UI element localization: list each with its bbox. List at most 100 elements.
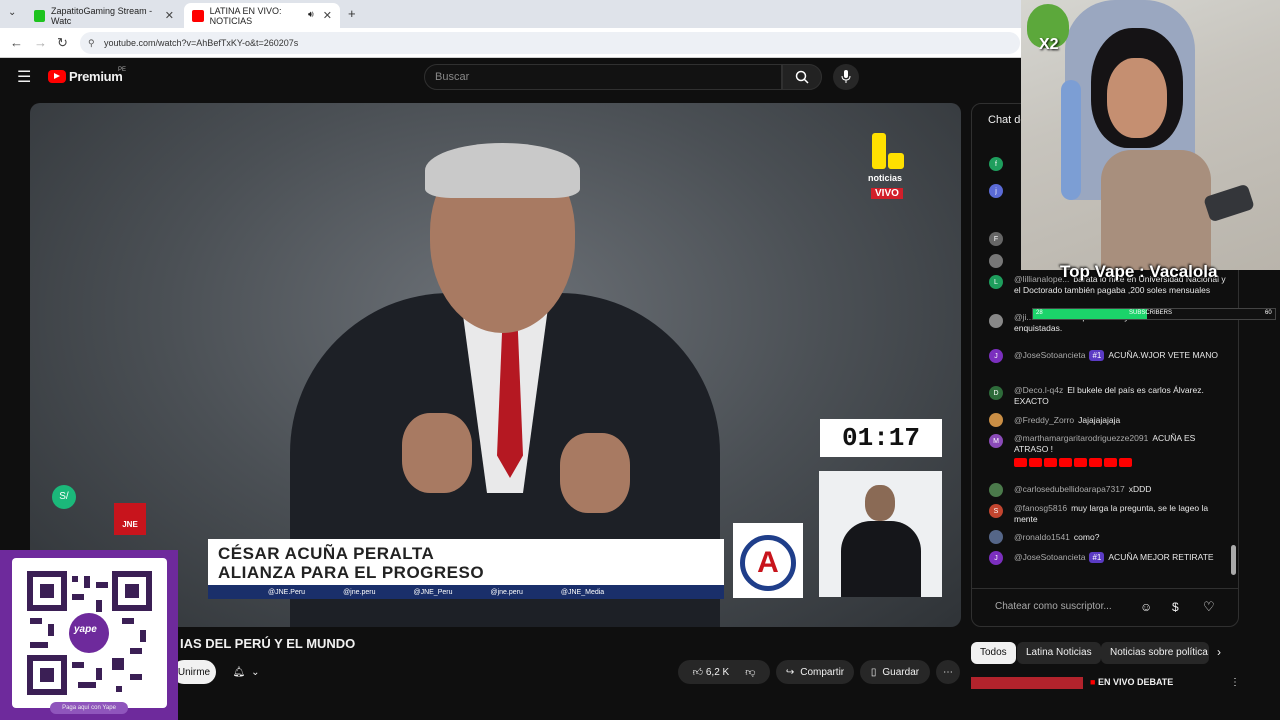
emoji-picker-icon[interactable]: ☺ [1140,600,1152,614]
reload-icon[interactable]: ↻ [57,35,68,51]
chat-author[interactable]: @marthamargaritarodriguezze2091 [1014,433,1148,443]
chat-message: @Freddy_Zorro Jajajajajaja [1014,415,1229,426]
menu-hamburger-icon[interactable]: ☰ [17,67,31,87]
chip-politica[interactable]: Noticias sobre política [1101,642,1209,664]
bell-icon: 🔔︎ [232,666,246,678]
close-tab-icon[interactable]: ✕ [323,9,332,22]
like-count: 6,2 K [705,667,730,678]
streamer-face [1107,58,1167,138]
speaker-right-hand [560,433,630,513]
youtube-emoji-icon [1059,458,1072,468]
qr-code: yape [12,558,167,708]
like-button[interactable]: 👍︎ 6,2 K [693,666,730,678]
super-chat-icon[interactable]: $ [1172,600,1179,614]
avatar[interactable]: F [989,232,1003,246]
avatar[interactable]: S [989,504,1003,518]
chat-text: Jajajajajaja [1078,415,1121,425]
chat-author[interactable]: @ronaldo1541 [1014,532,1070,542]
forward-arrow-icon[interactable]: → [34,35,47,50]
microphone-icon [841,70,851,83]
share-icon: ↪ [785,666,795,678]
search-button[interactable] [782,64,822,90]
youtube-logo-icon[interactable] [48,70,66,83]
save-button[interactable]: ▯ Guardar [860,660,930,684]
chat-scrollbar[interactable] [1231,545,1236,575]
chip-latina-noticias[interactable]: Latina Noticias [1017,642,1101,664]
avatar[interactable]: j [989,184,1003,198]
avatar[interactable]: D [989,386,1003,400]
back-arrow-icon[interactable]: ← [10,35,23,50]
new-tab-plus-icon[interactable]: + [348,6,356,21]
sub-goal-target: 60 [1265,310,1272,316]
avatar[interactable]: f [989,157,1003,171]
chat-message: @JoseSotoancieta #1 ACUÑA MEJOR RETIRATE [1014,552,1229,563]
avatar[interactable] [989,483,1003,497]
lower-third-line1: CÉSAR ACUÑA PERALTA [218,544,435,563]
chat-author[interactable]: @JoseSotoancieta [1014,552,1085,562]
more-dots-icon: ⋯ [943,666,953,678]
chat-author[interactable]: @carlosedubellidoarapa7317 [1014,484,1125,494]
youtube-emoji-icon [1089,458,1102,468]
youtube-premium-logo[interactable]: Premium [69,69,123,84]
share-button[interactable]: ↪ Compartir [776,660,854,684]
qr-caption: Paga aquí con Yape [50,702,128,714]
tab-title: LATINA EN VIVO: NOTICIAS [209,5,282,26]
chat-message: @Deco.l-q4z El bukele del país es carlos … [1014,385,1229,407]
chat-text: ACUÑA MEJOR RETIRATE [1108,552,1214,562]
share-label: Compartir [800,666,845,678]
chat-author[interactable]: @Deco.l-q4z [1014,385,1063,395]
chat-input[interactable]: Chatear como suscriptor... [983,595,1163,619]
chat-message: @marthamargaritarodriguezze2091 ACUÑA ES … [1014,433,1229,468]
chat-author[interactable]: @ji... [1014,312,1034,322]
chat-message: @JoseSotoancieta #1 ACUÑA.WJOR VETE MANO [1014,350,1229,361]
emote-multiplier: X2 [1039,36,1059,53]
streamer-top [1101,150,1211,270]
social-handle: @JNE_Media [560,588,605,596]
avatar[interactable]: L [989,275,1003,289]
chat-author[interactable]: @JoseSotoancieta [1014,350,1085,360]
site-info-icon[interactable]: ⚲ [88,32,95,54]
more-vert-icon[interactable]: ⋮ [1230,677,1240,688]
search-input[interactable]: Buscar [424,64,782,90]
chip-todos[interactable]: Todos [971,642,1016,664]
dislike-button[interactable]: 👎︎ [745,666,755,678]
live-badge: VIVO [871,188,903,199]
tab-list-chevron-icon[interactable]: ⌄ [8,7,16,18]
url-field[interactable]: ⚲ youtube.com/watch?v=AhBefTxKY-o&t=2602… [80,32,1020,54]
chat-message: @carlosedubellidoarapa7317 xDDD [1014,484,1229,495]
avatar[interactable] [989,530,1003,544]
notifications-button[interactable]: 🔔︎ ⌄ [222,660,270,684]
chat-author[interactable]: @fanosg5816 [1014,503,1067,513]
video-player[interactable]: noticias VIVO 01:17 S/ JNE CÉSAR ACUÑA P… [30,103,961,627]
social-handle: @jne.peru [343,588,376,596]
avatar[interactable]: M [989,434,1003,448]
tab-latina[interactable]: LATINA EN VIVO: NOTICIAS 🔊︎ ✕ [184,3,340,28]
avatar[interactable]: J [989,551,1003,565]
chevron-right-icon[interactable]: › [1217,645,1221,659]
youtube-emoji-icon [1074,458,1087,468]
next-video-thumbnail[interactable] [971,677,1083,689]
social-handle: @jne.peru [490,588,523,596]
member-badge: #1 [1089,552,1105,563]
social-handle: @JNE.Peru [268,588,306,596]
url-text: youtube.com/watch?v=AhBefTxKY-o&t=260207… [104,38,299,48]
chat-text: como? [1073,532,1100,542]
heart-icon[interactable]: ♡ [1203,599,1215,615]
tab-zapatito[interactable]: ZapatitoGaming Stream - Watc ✕ [26,3,182,28]
chat-text: ACUÑA.WJOR VETE MANO [1108,350,1218,360]
close-tab-icon[interactable]: ✕ [165,9,174,22]
join-button[interactable]: Unirme [172,660,216,684]
avatar[interactable] [989,254,1003,268]
top-vape-banner: Top Vape : Vacalola [1060,262,1218,281]
chat-author[interactable]: @Freddy_Zorro [1014,415,1074,425]
avatar[interactable] [989,413,1003,427]
lower-third-line2: ALIANZA PARA EL PROGRESO [218,563,485,582]
yape-currency-badge: S/ [52,485,76,509]
more-actions-button[interactable]: ⋯ [936,660,960,684]
save-label: Guardar [882,666,920,678]
next-video-title[interactable]: ■ EN VIVO DEBATE [1090,677,1173,687]
avatar[interactable]: J [989,349,1003,363]
voice-search-button[interactable] [833,64,859,90]
avatar[interactable] [989,314,1003,328]
speaker-icon[interactable]: 🔊︎ [308,9,314,20]
